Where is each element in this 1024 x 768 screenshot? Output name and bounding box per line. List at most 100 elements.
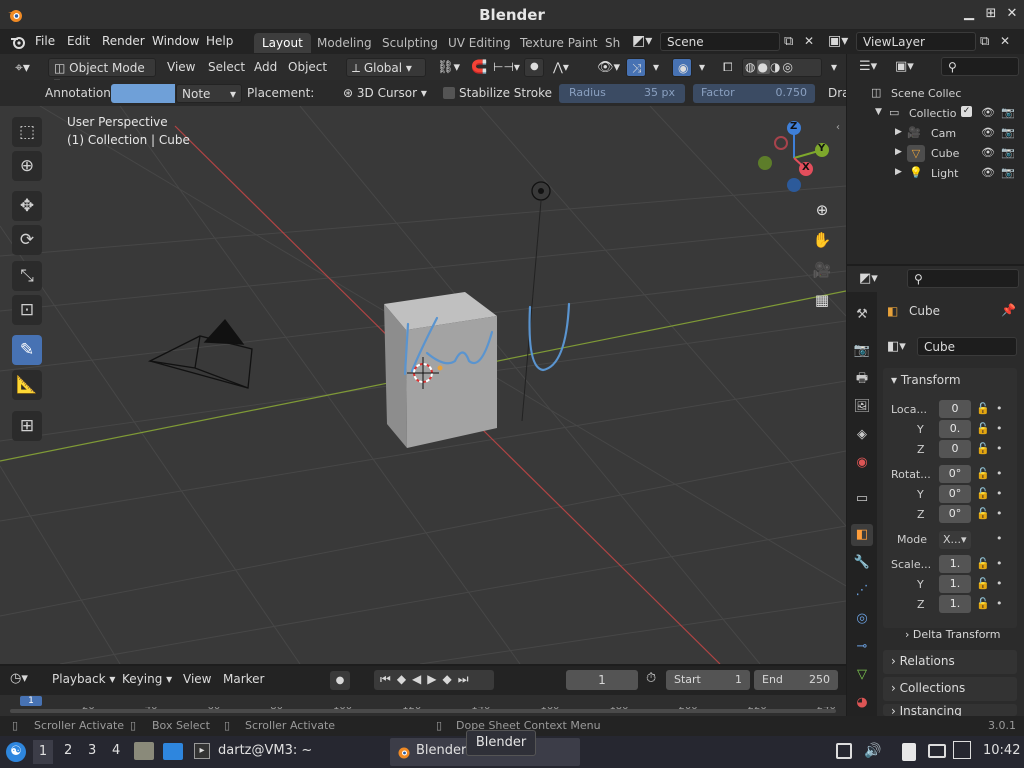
keyframe-dot-icon[interactable]: • <box>996 557 1003 570</box>
lock-icon[interactable]: 🔓 <box>976 422 990 435</box>
eye-icon[interactable]: 👁 <box>981 126 995 139</box>
network-icon[interactable] <box>953 741 971 759</box>
menu-render[interactable]: Render <box>102 34 145 48</box>
physics-tab-icon[interactable]: ◎ <box>851 608 873 630</box>
collection-tab-icon[interactable]: ▭ <box>851 488 873 510</box>
viewlayer-name-field[interactable]: ViewLayer <box>856 32 976 51</box>
stopwatch-icon[interactable]: ⏱ <box>646 671 656 686</box>
prev-key-icon[interactable]: ◆ <box>397 672 412 686</box>
tab-shading[interactable]: Sh <box>597 33 621 53</box>
lock-icon[interactable]: 🔓 <box>976 467 990 480</box>
lock-icon[interactable]: 🔓 <box>976 557 990 570</box>
maximize-icon[interactable]: ⊞ <box>984 7 998 21</box>
location-x-field[interactable]: 0 <box>939 400 971 418</box>
object-name-field[interactable]: Cube <box>917 337 1017 356</box>
snap-target-icon[interactable]: ⊢⊣▾ <box>488 58 525 77</box>
menu-file[interactable]: File <box>35 34 55 48</box>
scene-tab-icon[interactable]: ◈ <box>851 424 873 446</box>
modifier-tab-icon[interactable]: 🔧 <box>851 552 873 574</box>
world-tab-icon[interactable]: ◉ <box>851 452 873 474</box>
material-shading-icon[interactable]: ◑ <box>770 60 782 74</box>
location-z-field[interactable]: 0 <box>939 440 971 458</box>
move-tool[interactable]: ✥ <box>12 191 42 221</box>
object-type-icon[interactable]: ◧▾ <box>887 339 906 354</box>
placement-dropdown[interactable]: ⊛ 3D Cursor ▾ <box>338 84 438 103</box>
timeline-editor-icon[interactable]: ◷▾ <box>10 671 28 686</box>
menu-help[interactable]: Help <box>206 34 233 48</box>
end-frame-field[interactable]: End 250 <box>754 670 838 690</box>
particles-tab-icon[interactable]: ⋰ <box>851 580 873 602</box>
close-icon[interactable]: ✕ <box>1005 7 1019 21</box>
render-camera-icon[interactable]: 📷 <box>1001 126 1015 139</box>
data-tab-icon[interactable]: ▽ <box>851 664 873 686</box>
tab-modeling[interactable]: Modeling <box>309 33 380 53</box>
rotation-y-field[interactable]: 0° <box>939 485 971 503</box>
render-tab-icon[interactable]: 📷 <box>851 340 873 362</box>
pin-icon[interactable]: 📌 <box>1001 303 1016 317</box>
scale-tool[interactable]: ⤡ <box>12 261 42 291</box>
falloff-icon[interactable]: ⋀▾ <box>548 58 574 77</box>
pivot-icon[interactable]: ⛓▾ <box>432 58 465 77</box>
properties-editor-icon[interactable]: ◩▾ <box>859 271 878 286</box>
sidebar-toggle-icon[interactable]: ‹ <box>836 122 840 133</box>
keyframe-dot-icon[interactable]: • <box>996 577 1003 590</box>
add-cube-tool[interactable]: ⊞ <box>12 411 42 441</box>
current-frame-field[interactable]: 1 <box>566 670 638 690</box>
keyframe-dot-icon[interactable]: • <box>996 467 1003 480</box>
jump-start-icon[interactable]: ⏮ <box>380 672 397 686</box>
location-y-field[interactable]: 0. <box>939 420 971 438</box>
expand-icon[interactable]: ▶ <box>895 167 902 177</box>
eye-icon[interactable]: 👁 <box>981 146 995 159</box>
transform-tool[interactable]: ⊡ <box>12 295 42 325</box>
lock-icon[interactable]: 🔓 <box>976 597 990 610</box>
menu-keying[interactable]: Keying ▾ <box>117 670 177 689</box>
menu-marker[interactable]: Marker <box>218 670 269 689</box>
expand-icon[interactable]: ▶ <box>895 147 902 157</box>
cursor-tool[interactable]: ⊕ <box>12 151 42 181</box>
outliner-editor-icon[interactable]: ☰▾ <box>859 59 877 74</box>
delete-viewlayer-icon[interactable]: ✕ <box>1000 34 1010 48</box>
tab-sculpting[interactable]: Sculpting <box>374 33 446 53</box>
play-reverse-icon[interactable]: ◀ <box>412 672 427 686</box>
shading-dropdown-icon[interactable]: ▾ <box>826 58 842 77</box>
rendered-shading-icon[interactable]: ◎ <box>782 60 794 74</box>
mode-dropdown[interactable]: ◫ Object Mode ▾ <box>48 58 156 89</box>
camera-object[interactable] <box>147 318 253 389</box>
properties-search-input[interactable]: ⚲ <box>907 269 1019 288</box>
radius-slider[interactable]: Radius 35 px <box>559 84 685 103</box>
window-list-icon[interactable] <box>836 743 852 759</box>
viewport-3d[interactable]: User Perspective (1) Collection | Cube ⬚… <box>0 106 846 664</box>
gizmo-dropdown-icon[interactable]: ▾ <box>648 58 664 77</box>
transform-header[interactable]: ▾ Transform <box>891 373 961 387</box>
eye-icon[interactable]: 👁 <box>981 106 995 119</box>
solid-shading-icon[interactable]: ● <box>757 60 770 74</box>
new-scene-icon[interactable]: ⧉ <box>784 34 793 49</box>
lock-icon[interactable]: 🔓 <box>976 507 990 520</box>
annotation-layer-dropdown[interactable]: Note ▾ <box>176 84 242 103</box>
proportional-edit-icon[interactable]: ● <box>524 58 544 77</box>
ortho-grid-icon[interactable]: ▦ <box>809 287 835 313</box>
light-object[interactable] <box>521 181 551 422</box>
expand-icon[interactable]: ▼ <box>875 107 882 117</box>
tab-layout[interactable]: Layout <box>254 33 311 53</box>
outliner-scene-collection[interactable]: ◫ Scene Collec <box>847 84 1024 104</box>
lock-icon[interactable]: 🔓 <box>976 442 990 455</box>
scale-x-field[interactable]: 1. <box>939 555 971 573</box>
desktop-3[interactable]: 3 <box>88 743 96 758</box>
annotation-color-swatch[interactable] <box>111 84 175 103</box>
playhead[interactable]: 1 <box>20 696 42 706</box>
view-layer-tab-icon[interactable]: 🖼 <box>851 396 873 418</box>
render-camera-icon[interactable]: 📷 <box>1001 146 1015 159</box>
xray-icon[interactable]: ⧠ <box>718 58 738 77</box>
menu-add[interactable]: Add <box>249 58 282 77</box>
tab-uv-editing[interactable]: UV Editing <box>440 33 519 53</box>
keyframe-dot-icon[interactable]: • <box>996 507 1003 520</box>
stabilize-checkbox[interactable] <box>443 87 455 99</box>
output-tab-icon[interactable]: 🖶 <box>851 368 873 390</box>
gizmo-toggle-icon[interactable]: ⤨ <box>626 58 646 77</box>
factor-slider[interactable]: Factor 0.750 <box>693 84 815 103</box>
measure-tool[interactable]: 📐 <box>12 370 42 400</box>
annotate-tool[interactable]: ✎ <box>12 335 42 365</box>
overlay-dropdown-icon[interactable]: ▾ <box>694 58 710 77</box>
next-key-icon[interactable]: ◆ <box>443 672 458 686</box>
